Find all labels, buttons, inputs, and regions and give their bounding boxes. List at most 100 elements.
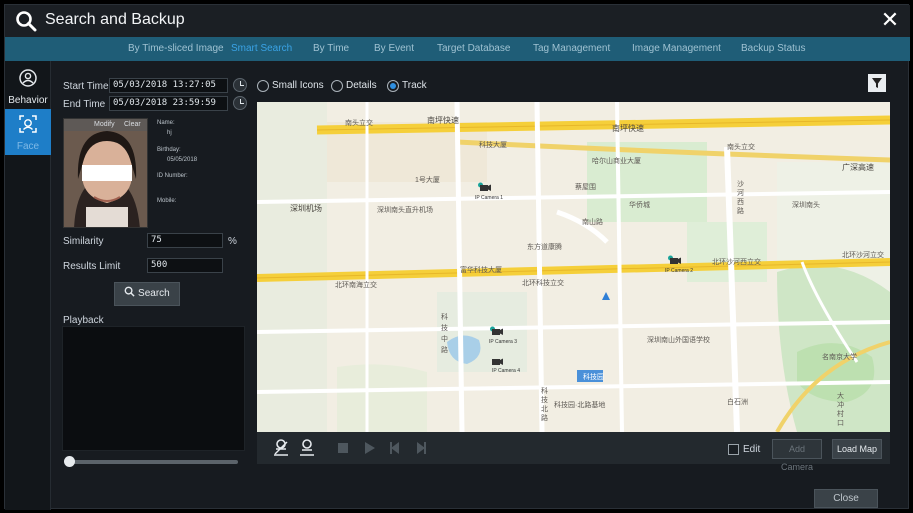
map-label: 南头立交 xyxy=(345,120,373,127)
map-label: 东方道康腾 xyxy=(527,244,562,251)
face-photo: Modify Clear xyxy=(63,118,148,228)
tab-by-time[interactable]: By Time xyxy=(313,43,349,54)
map-image xyxy=(257,102,890,432)
camera-label: IP Camera 1 xyxy=(475,195,503,201)
face-icon xyxy=(19,115,37,133)
playback-progress-handle[interactable] xyxy=(64,456,75,467)
map-label: 深圳南头 xyxy=(792,202,820,209)
filter-icon[interactable] xyxy=(868,74,886,92)
map-label: 北环科技立交 xyxy=(522,280,564,287)
camera-icon[interactable] xyxy=(489,326,503,337)
face-image xyxy=(64,119,147,227)
similarity-unit: % xyxy=(228,236,237,247)
results-limit-input[interactable]: 500 xyxy=(147,258,223,273)
sidebar-item-label: Behavior xyxy=(8,95,48,106)
tab-backup-status[interactable]: Backup Status xyxy=(741,43,805,54)
end-time-label: End Time xyxy=(63,99,106,110)
details-label: Details xyxy=(346,80,377,91)
next-icon[interactable] xyxy=(411,438,431,458)
edit-label: Edit xyxy=(743,444,761,455)
track-radio[interactable] xyxy=(387,80,399,92)
id-number-label: ID Number: xyxy=(157,173,188,179)
tab-by-time-sliced-image[interactable]: By Time-sliced Image xyxy=(128,43,224,54)
tab-bar: By Time-sliced Image Smart Search By Tim… xyxy=(5,37,910,61)
map-label: 科技园·北路基地 xyxy=(554,402,606,409)
search-icon xyxy=(16,11,37,32)
start-time-label: Start Time xyxy=(63,81,109,92)
playback-label: Playback xyxy=(63,315,104,326)
tab-tag-management[interactable]: Tag Management xyxy=(533,43,610,54)
map-label: 白石洲 xyxy=(727,399,748,406)
camera-label: IP Camera 2 xyxy=(665,268,693,274)
map-label: 深圳南头直升机场 xyxy=(377,207,433,214)
sidebar-item-behavior[interactable]: Behavior xyxy=(5,63,51,109)
stop-icon[interactable] xyxy=(333,438,353,458)
tab-by-event[interactable]: By Event xyxy=(374,43,414,54)
camera-icon[interactable] xyxy=(489,356,503,367)
close-button[interactable]: Close xyxy=(814,489,878,508)
track-label: Track xyxy=(402,80,427,91)
map-label: 南坪快速 xyxy=(427,116,459,125)
modify-link[interactable]: Modify xyxy=(94,121,115,128)
map-control-bar: Edit Add Camera Load Map xyxy=(257,432,890,472)
similarity-label: Similarity xyxy=(63,236,104,247)
track-locate-icon[interactable] xyxy=(271,438,291,458)
start-time-input[interactable]: 05/03/2018 13:27:05 xyxy=(109,78,228,93)
camera-icon[interactable] xyxy=(477,182,491,193)
small-icons-radio[interactable] xyxy=(257,80,269,92)
playback-video-area xyxy=(62,326,245,451)
load-map-button[interactable]: Load Map xyxy=(832,439,882,459)
mobile-label: Mobile: xyxy=(157,198,177,204)
tab-target-database[interactable]: Target Database xyxy=(437,43,510,54)
clear-link[interactable]: Clear xyxy=(124,121,141,128)
window-title: Search and Backup xyxy=(45,11,185,28)
add-camera-button[interactable]: Add Camera xyxy=(772,439,822,472)
map-label: 北环沙河西立交 xyxy=(712,259,761,266)
map-label: 大冲村口 xyxy=(837,393,844,427)
map-label: 科技园 xyxy=(583,374,604,381)
clock-icon[interactable] xyxy=(233,96,247,110)
small-icons-label: Small Icons xyxy=(272,80,324,91)
map-label: 深圳机场 xyxy=(290,204,322,213)
sidebar: Behavior Face xyxy=(5,61,51,510)
edit-checkbox[interactable] xyxy=(728,444,739,455)
clock-icon[interactable] xyxy=(233,78,247,92)
map-label: 北环沙河立交 xyxy=(842,252,884,259)
search-button[interactable]: Search xyxy=(114,282,180,306)
details-radio[interactable] xyxy=(331,80,343,92)
birthday-value: 05/05/2018 xyxy=(167,157,198,163)
map-label: 沙河西路 xyxy=(737,181,744,215)
birthday-label: Birthday: xyxy=(157,147,181,153)
map-view[interactable]: 南头立交 南坪快速 南坪快速 南头立交 广深高速 科技大厦 哈尔山商业大厦 1号… xyxy=(257,102,890,432)
previous-icon[interactable] xyxy=(385,438,405,458)
track-person-icon[interactable] xyxy=(297,438,317,458)
title-bar: Search and Backup ✕ xyxy=(5,5,910,37)
map-label: 哈尔山商业大厦 xyxy=(592,158,641,165)
map-label: 南头立交 xyxy=(727,144,755,151)
map-label: 富华科技大厦 xyxy=(460,267,502,274)
play-icon[interactable] xyxy=(359,438,379,458)
map-label: 南坪快速 xyxy=(612,124,644,133)
map-label: 1号大厦 xyxy=(415,177,440,184)
tab-smart-search[interactable]: Smart Search xyxy=(231,43,292,54)
tab-image-management[interactable]: Image Management xyxy=(632,43,721,54)
map-label: 华侨城 xyxy=(629,202,650,209)
close-icon[interactable]: ✕ xyxy=(878,8,902,32)
map-label: 深圳南山外国语学校 xyxy=(647,337,710,344)
map-label: 科技中路 xyxy=(441,314,448,354)
playback-progress-track[interactable] xyxy=(68,460,238,464)
camera-label: IP Camera 4 xyxy=(492,368,520,374)
search-button-label: Search xyxy=(138,288,170,299)
sidebar-item-label: Face xyxy=(16,141,40,152)
camera-icon[interactable] xyxy=(667,255,681,266)
end-time-input[interactable]: 05/03/2018 23:59:59 xyxy=(109,96,228,111)
behavior-icon xyxy=(19,69,37,87)
results-limit-label: Results Limit xyxy=(63,261,121,272)
search-backup-window: Search and Backup ✕ By Time-sliced Image… xyxy=(4,4,910,510)
camera-label: IP Camera 3 xyxy=(489,339,517,345)
map-label: 北环南海立交 xyxy=(335,282,377,289)
sidebar-item-face[interactable]: Face xyxy=(5,109,51,155)
map-label: 科技大厦 xyxy=(479,142,507,149)
name-value: hj xyxy=(167,130,172,136)
similarity-input[interactable]: 75 xyxy=(147,233,223,248)
